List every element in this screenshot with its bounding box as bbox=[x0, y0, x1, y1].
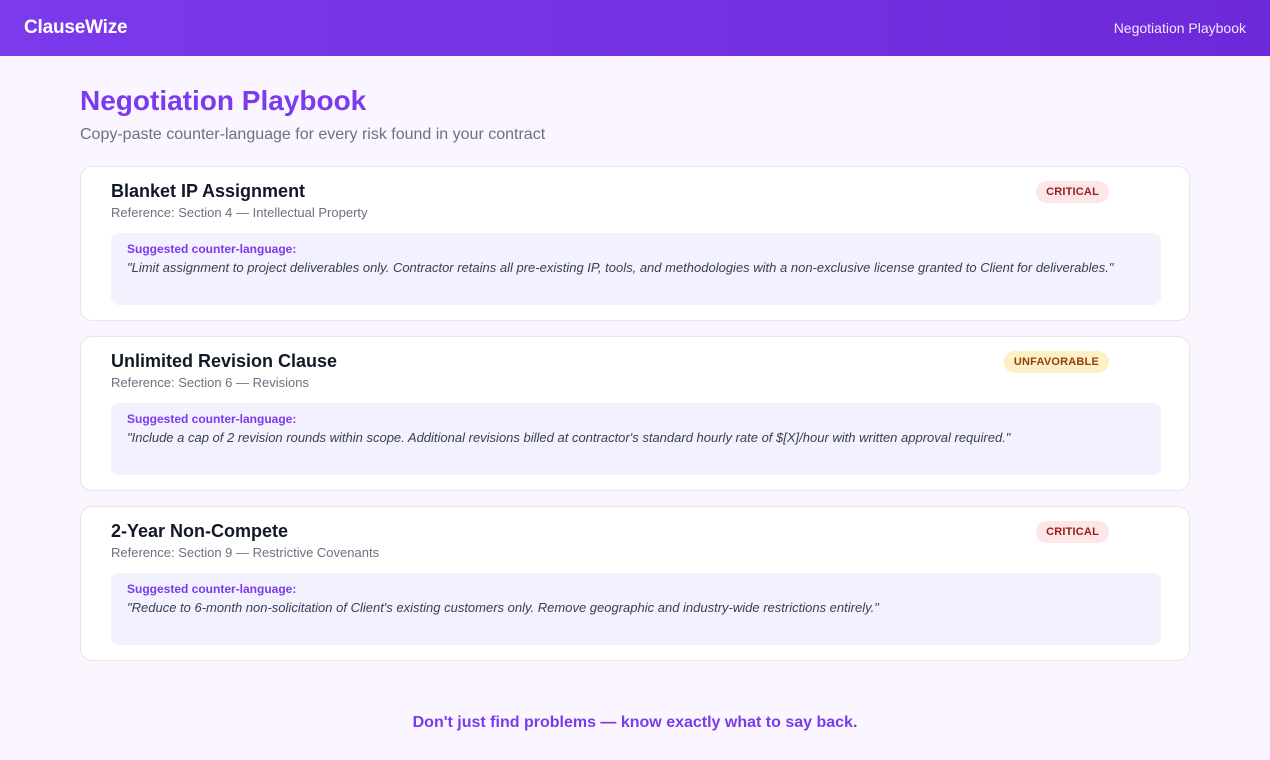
risk-card-reference: Reference: Section 4 — Intellectual Prop… bbox=[111, 205, 368, 220]
counter-language-label: Suggested counter-language: bbox=[127, 582, 297, 596]
risk-card: Unlimited Revision Clause Reference: Sec… bbox=[80, 336, 1190, 491]
risk-card-list: Blanket IP Assignment Reference: Section… bbox=[80, 166, 1190, 661]
brand-logo[interactable]: ClauseWize bbox=[24, 17, 128, 39]
risk-card-reference: Reference: Section 6 — Revisions bbox=[111, 375, 309, 390]
counter-language-label: Suggested counter-language: bbox=[127, 242, 297, 256]
top-bar: ClauseWize Negotiation Playbook bbox=[0, 0, 1270, 56]
counter-language-text[interactable]: "Limit assignment to project deliverable… bbox=[127, 259, 1145, 276]
severity-badge: UNFAVORABLE bbox=[1003, 351, 1109, 373]
counter-language-text[interactable]: "Include a cap of 2 revision rounds with… bbox=[127, 429, 1145, 446]
counter-language-box[interactable]: Suggested counter-language: "Include a c… bbox=[111, 403, 1161, 475]
counter-language-label: Suggested counter-language: bbox=[127, 412, 297, 426]
page-title: Negotiation Playbook bbox=[80, 85, 367, 116]
risk-card-reference: Reference: Section 9 — Restrictive Coven… bbox=[111, 545, 380, 560]
nav-link-negotiation-playbook[interactable]: Negotiation Playbook bbox=[1114, 20, 1246, 36]
counter-language-box[interactable]: Suggested counter-language: "Limit assig… bbox=[111, 233, 1161, 305]
risk-card: 2-Year Non-Compete Reference: Section 9 … bbox=[80, 506, 1190, 661]
severity-badge: CRITICAL bbox=[1036, 181, 1109, 203]
risk-card-title: 2-Year Non-Compete bbox=[111, 521, 289, 541]
risk-card: Blanket IP Assignment Reference: Section… bbox=[80, 166, 1190, 321]
page-subtitle: Copy-paste counter-language for every ri… bbox=[80, 126, 546, 143]
severity-badge: CRITICAL bbox=[1036, 521, 1109, 543]
risk-card-title: Unlimited Revision Clause bbox=[111, 351, 338, 371]
main-content: Negotiation Playbook Copy-paste counter-… bbox=[80, 56, 1190, 676]
counter-language-box[interactable]: Suggested counter-language: "Reduce to 6… bbox=[111, 573, 1161, 645]
counter-language-text[interactable]: "Reduce to 6-month non-solicitation of C… bbox=[127, 599, 1145, 616]
risk-card-title: Blanket IP Assignment bbox=[111, 181, 306, 201]
footer-tagline: Don't just find problems — know exactly … bbox=[412, 714, 858, 731]
